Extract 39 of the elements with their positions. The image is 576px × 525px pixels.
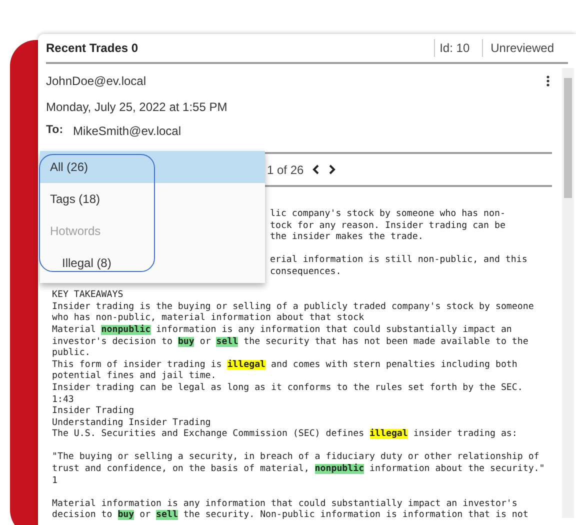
text-line: Material information is any information that could substantially impact an investor's — [52, 498, 518, 510]
text-line: Insider trading is the buying or selling of a publicly traded company's stock by someone — [52, 302, 535, 313]
text-line: KEY TAKEAWAYS — [52, 290, 124, 302]
trade-id: Id: 10 — [434, 39, 482, 57]
text-line: Understanding Insider Trading — [52, 418, 212, 429]
text-line: potential fines and jail time. — [52, 371, 218, 383]
menu-option[interactable]: Illegal (8) — [40, 247, 265, 279]
text-line: 1 — [52, 476, 58, 488]
text-line: decision to buy or sell the security. Non-public information is information that is not — [52, 510, 530, 522]
text-line: "The buying or selling a security, in breach of a fiduciary duty or other relationship of — [52, 452, 540, 464]
card-title: Recent Trades 0 — [46, 40, 140, 57]
menu-option[interactable]: All (26) — [40, 151, 265, 183]
text-line: public. — [52, 348, 92, 360]
text-line: This form of insider trading is illegal and comes with stern penalties including both — [52, 360, 518, 371]
scrollbar-thumb[interactable] — [564, 78, 572, 198]
group-heading: Hotwords — [49, 223, 102, 240]
text-line: erial information is still non-public, and this — [270, 255, 528, 267]
sent-date: Monday, July 25, 2022 at 1:55 PM — [46, 99, 228, 116]
to-label: To: — [46, 123, 64, 138]
previous-icon[interactable] — [312, 164, 320, 175]
menu-option[interactable]: Tags (18) — [40, 183, 265, 215]
text-line: investor's decision to buy or sell the security that has not been made available to the — [52, 336, 530, 348]
text-line: the insider makes the trade. — [270, 232, 424, 244]
recipient-email: MikeSmith@ev.local — [73, 123, 182, 140]
text-line: trust and confidence, on the basis of material, nonpublic information about the security." — [52, 464, 546, 476]
text-line: 1:43 — [52, 394, 75, 406]
text-line: Insider trading can be legal as long as it conforms to the rules set forth by the SEC. — [52, 382, 524, 394]
review-status: Unreviewed — [482, 39, 568, 57]
next-icon[interactable] — [328, 164, 336, 175]
text-line: The U.S. Securities and Exchange Commission (SEC) defines illegal insider trading as: — [52, 429, 518, 441]
text-line: Insider Trading — [52, 406, 136, 418]
sender-email: JohnDoe@ev.local — [46, 73, 146, 90]
text-line: tock for any reason. Insider trading can be — [270, 220, 506, 232]
text-line: consequences. — [270, 266, 342, 279]
text-line: who has non-public, material information about that stock — [52, 313, 366, 324]
page-counter: 1 of 26 — [267, 162, 304, 178]
text-line: Material nonpublic information is any information that could substantially impact an — [52, 324, 513, 337]
more-options-icon[interactable] — [546, 75, 550, 87]
text-line: lic company's stock by someone who has non- — [270, 209, 506, 221]
